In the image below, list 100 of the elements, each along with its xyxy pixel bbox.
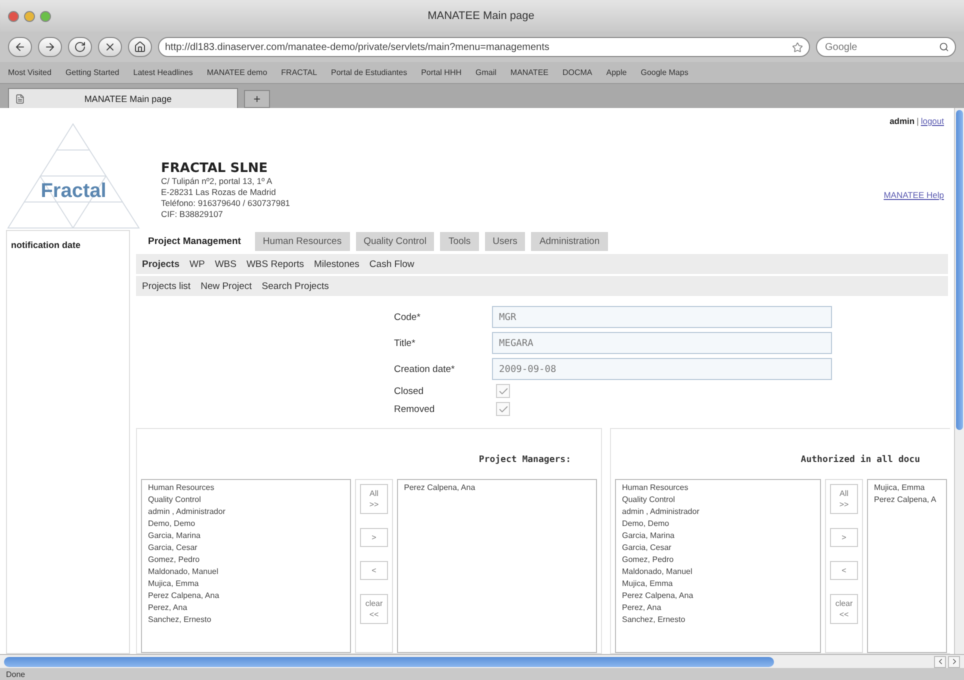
list-item[interactable]: Garcia, Cesar — [622, 542, 814, 554]
new-tab-button[interactable]: + — [244, 90, 270, 108]
bookmark-link[interactable]: Most Visited — [8, 68, 52, 77]
separator: | — [916, 116, 919, 126]
panel-title: Authorized in all docu — [800, 454, 921, 467]
submenu-link[interactable]: WBS — [212, 258, 238, 270]
logout-link[interactable]: logout — [920, 116, 944, 126]
list-item[interactable]: Human Resources — [622, 482, 814, 494]
menu-tab[interactable]: Users — [484, 232, 526, 250]
search-box[interactable]: Google — [816, 37, 956, 57]
bookmark-link[interactable]: Gmail — [476, 68, 496, 77]
list-item[interactable]: Mujica, Emma — [148, 578, 344, 590]
minimize-button[interactable] — [24, 10, 35, 22]
browser-tab[interactable]: MANATEE Main page — [8, 88, 238, 108]
scroll-thumb[interactable] — [956, 110, 963, 430]
submenu-link[interactable]: Projects — [140, 258, 182, 270]
list-item[interactable]: Garcia, Marina — [148, 530, 344, 542]
list-item[interactable]: admin , Administrador — [148, 506, 344, 518]
list-item[interactable]: Perez, Ana — [148, 602, 344, 614]
input-field[interactable]: MGR — [492, 306, 832, 328]
star-icon[interactable] — [792, 42, 803, 52]
move-button[interactable]: < — [830, 561, 858, 580]
move-button[interactable]: > — [830, 528, 858, 547]
list-item[interactable]: Perez, Ana — [622, 602, 814, 614]
scroll-right-button[interactable] — [948, 656, 960, 668]
list-item[interactable]: Quality Control — [622, 494, 814, 506]
list-item[interactable]: Garcia, Cesar — [148, 542, 344, 554]
move-button[interactable]: < — [360, 561, 388, 580]
search-field[interactable]: Google — [823, 40, 939, 54]
input-field[interactable]: MEGARA — [492, 332, 832, 354]
bookmark-link[interactable]: FRACTAL — [281, 68, 318, 77]
menu-tab[interactable]: Project Management — [140, 232, 249, 250]
menu-tab[interactable]: Tools — [440, 232, 479, 250]
submenu-link[interactable]: WBS Reports — [244, 258, 306, 270]
window-title: MANATEE Main page — [426, 10, 536, 22]
bookmark-link[interactable]: Portal de Estudiantes — [331, 68, 408, 77]
action-link[interactable]: Search Projects — [260, 280, 331, 292]
action-link[interactable]: Projects list — [140, 280, 193, 292]
field-label: Code* — [394, 312, 422, 322]
list-item[interactable]: Sanchez, Ernesto — [148, 614, 344, 626]
list-item[interactable]: Maldonado, Manuel — [148, 566, 344, 578]
selected-list[interactable]: Perez Calpena, Ana — [397, 479, 597, 653]
list-item[interactable]: Mujica, Emma — [874, 482, 940, 494]
submenu-link[interactable]: Cash Flow — [367, 258, 416, 270]
checkbox-label: Removed — [394, 404, 436, 414]
back-button[interactable] — [8, 37, 32, 57]
submenu-link[interactable]: WP — [188, 258, 207, 270]
list-item[interactable]: Perez Calpena, A — [874, 494, 940, 506]
move-button[interactable]: All >> — [360, 484, 388, 514]
available-list[interactable]: Human Resources Quality Control admin , Administrador Demo, Demo Garcia, Marina Garcia, Cesar Gomez, Pedro Maldonado, Manuel Mujica, Emma Perez Calpena, Ana Perez, Ana Sanchez, Ernesto — [141, 479, 351, 653]
list-item[interactable]: Perez Calpena, Ana — [148, 590, 344, 602]
list-item[interactable]: admin , Administrador — [622, 506, 814, 518]
user-name: admin — [890, 116, 915, 126]
move-button[interactable]: clear << — [360, 594, 388, 624]
move-button[interactable]: All >> — [830, 484, 858, 514]
submenu-link[interactable]: Milestones — [312, 258, 362, 270]
list-item[interactable]: Demo, Demo — [622, 518, 814, 530]
list-item[interactable]: Perez Calpena, Ana — [622, 590, 814, 602]
bookmark-link[interactable]: MANATEE — [510, 68, 548, 77]
menu-tab[interactable]: Human Resources — [254, 232, 350, 250]
close-button[interactable] — [8, 10, 19, 22]
stop-button[interactable] — [98, 37, 122, 57]
back-arrow-icon — [14, 41, 26, 53]
list-item[interactable]: Maldonado, Manuel — [622, 566, 814, 578]
scroll-thumb[interactable] — [4, 656, 774, 666]
bookmark-link[interactable]: Latest Headlines — [133, 68, 193, 77]
bookmark-link[interactable]: Google Maps — [640, 68, 688, 77]
list-item[interactable]: Quality Control — [148, 494, 344, 506]
help-link[interactable]: MANATEE Help — [884, 190, 944, 200]
home-button[interactable] — [128, 37, 152, 57]
address-field[interactable]: http://dl183.dinaserver.com/manatee-demo/private/servlets/main?menu=managements — [158, 37, 810, 57]
bookmark-link[interactable]: Apple — [606, 68, 627, 77]
list-item[interactable]: Human Resources — [148, 482, 344, 494]
list-item[interactable]: Gomez, Pedro — [148, 554, 344, 566]
field-label: Creation date* — [394, 364, 456, 374]
bookmark-link[interactable]: DOCMA — [562, 68, 592, 77]
list-item[interactable]: Demo, Demo — [148, 518, 344, 530]
menu-tab[interactable]: Administration — [531, 232, 608, 250]
zoom-button[interactable] — [40, 10, 51, 22]
action-link[interactable]: New Project — [198, 280, 254, 292]
move-button[interactable]: clear << — [830, 594, 858, 624]
scroll-left-button[interactable] — [934, 656, 946, 668]
forward-button[interactable] — [38, 37, 62, 57]
menu-tab[interactable]: Quality Control — [356, 232, 434, 250]
checkbox[interactable] — [496, 402, 510, 416]
list-item[interactable]: Sanchez, Ernesto — [622, 614, 814, 626]
bookmark-link[interactable]: MANATEE demo — [206, 68, 268, 77]
bookmark-link[interactable]: Portal HHH — [421, 68, 462, 77]
reload-button[interactable] — [68, 37, 92, 57]
list-item[interactable]: Garcia, Marina — [622, 530, 814, 542]
selected-list[interactable]: Mujica, Emma Perez Calpena, A — [867, 479, 947, 653]
move-button[interactable]: > — [360, 528, 388, 547]
available-list[interactable]: Human Resources Quality Control admin , Administrador Demo, Demo Garcia, Marina Garcia, Cesar Gomez, Pedro Maldonado, Manuel Mujica, Emma Perez Calpena, Ana Perez, Ana Sanchez, Ernesto — [615, 479, 821, 653]
list-item[interactable]: Perez Calpena, Ana — [404, 482, 590, 494]
status-text: Done — [6, 670, 26, 678]
list-item[interactable]: Gomez, Pedro — [622, 554, 814, 566]
input-field[interactable]: 2009-09-08 — [492, 358, 832, 380]
list-item[interactable]: Mujica, Emma — [622, 578, 814, 590]
checkbox[interactable] — [496, 384, 510, 398]
bookmark-link[interactable]: Getting Started — [65, 68, 120, 77]
